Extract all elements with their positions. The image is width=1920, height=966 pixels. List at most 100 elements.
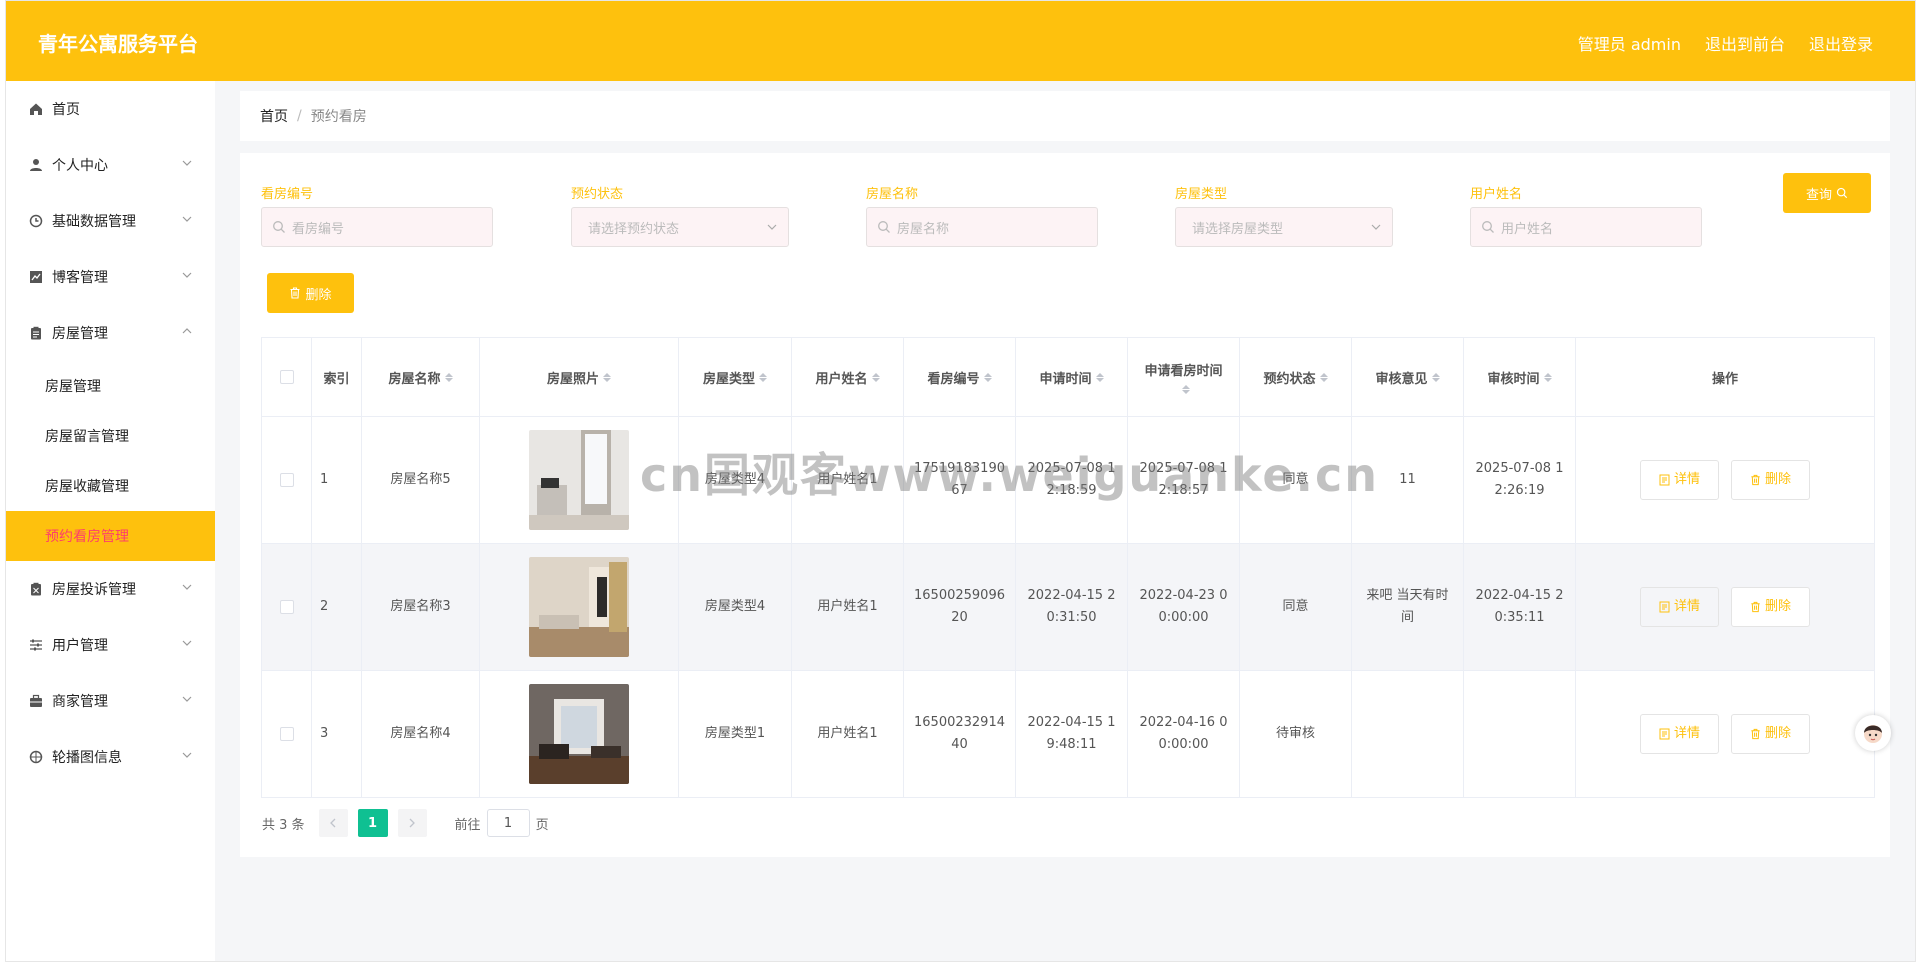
- prev-page-button[interactable]: [318, 809, 348, 837]
- avatar-face-icon: [1864, 725, 1882, 743]
- sort-icon[interactable]: [603, 372, 611, 382]
- detail-label: 详情: [1673, 599, 1700, 614]
- col-house-type[interactable]: 房屋类型: [679, 338, 792, 416]
- cell-house-type: 房屋类型4: [679, 417, 792, 543]
- search-icon: [1836, 187, 1848, 199]
- table-row: 3 房屋名称4 房屋类型1 用户姓名1 1650023291440 2022-0…: [262, 671, 1874, 797]
- cell-house-type: 房屋类型1: [679, 671, 792, 797]
- col-opinion[interactable]: 审核意见: [1352, 338, 1464, 416]
- chevron-down-icon: [767, 224, 777, 230]
- sort-icon[interactable]: [871, 372, 880, 382]
- col-viewing-time[interactable]: 申请看房时间: [1128, 338, 1240, 416]
- house-name-input[interactable]: 房屋名称: [866, 207, 1098, 247]
- goto-page-input[interactable]: 1: [486, 809, 530, 837]
- filter-label: 预约状态: [571, 187, 624, 202]
- detail-button[interactable]: 详情: [1640, 587, 1719, 627]
- house-type-select[interactable]: 请选择房屋类型: [1175, 207, 1393, 247]
- chevron-left-icon: [330, 818, 336, 828]
- sidebar-item-users[interactable]: 用户管理: [6, 617, 215, 673]
- sidebar-item-blog[interactable]: 博客管理: [6, 249, 215, 305]
- submenu-house-favorite[interactable]: 房屋收藏管理: [6, 461, 215, 511]
- sort-icon[interactable]: [1543, 372, 1552, 382]
- sort-icon[interactable]: [1319, 372, 1328, 382]
- sort-icon[interactable]: [1095, 372, 1104, 382]
- detail-button[interactable]: 详情: [1640, 714, 1719, 754]
- house-photo[interactable]: [529, 557, 629, 657]
- sidebar-item-home[interactable]: 首页: [6, 81, 215, 137]
- back-to-frontend-link[interactable]: 退出到前台: [1705, 31, 1785, 55]
- clipboard-icon: [28, 581, 44, 597]
- cell-opinion: 11: [1352, 417, 1464, 543]
- sidebar-item-personal[interactable]: 个人中心: [6, 137, 215, 193]
- col-review-time[interactable]: 审核时间: [1464, 338, 1576, 416]
- sliders-icon: [28, 637, 44, 653]
- table-row: 1 房屋名称5 房屋类型4 用户姓名1 1751918319067 2025-0…: [262, 417, 1874, 544]
- detail-label: 详情: [1673, 726, 1700, 741]
- pagination: 共 3 条 1 前往 1 页: [262, 809, 549, 837]
- next-page-button[interactable]: [397, 809, 427, 837]
- cell-index: 3: [312, 671, 362, 797]
- sort-icon[interactable]: [1431, 372, 1440, 382]
- page-number-button[interactable]: 1: [357, 809, 388, 837]
- row-checkbox[interactable]: [279, 600, 294, 614]
- cell-viewing-time: 2022-04-16 00:00:00: [1128, 671, 1240, 797]
- cell-user-name: 用户姓名1: [792, 417, 904, 543]
- cell-user-name: 用户姓名1: [792, 544, 904, 670]
- batch-delete-button[interactable]: 删除: [267, 273, 354, 313]
- row-checkbox[interactable]: [279, 473, 294, 487]
- submenu-house-message[interactable]: 房屋留言管理: [6, 411, 215, 461]
- sidebar-item-house[interactable]: 房屋管理: [6, 305, 215, 361]
- row-select-cell: [262, 544, 312, 670]
- col-apply-time[interactable]: 申请时间: [1016, 338, 1128, 416]
- user-icon: [28, 157, 44, 173]
- cell-viewing-code: 1650023291440: [904, 671, 1016, 797]
- row-checkbox[interactable]: [279, 727, 294, 741]
- cell-index: 2: [312, 544, 362, 670]
- col-label: 申请时间: [1039, 371, 1092, 387]
- cell-review-time: 2025-07-08 12:26:19: [1464, 417, 1576, 543]
- submenu-viewing-appointment[interactable]: 预约看房管理: [6, 511, 215, 561]
- chevron-down-icon: [182, 696, 192, 702]
- col-house-photo[interactable]: 房屋照片: [480, 338, 679, 416]
- sidebar-item-basic-data[interactable]: 基础数据管理: [6, 193, 215, 249]
- cell-apply-time: 2025-07-08 12:18:59: [1016, 417, 1128, 543]
- cell-status: 待审核: [1240, 671, 1352, 797]
- status-select[interactable]: 请选择预约状态: [571, 207, 789, 247]
- logout-link[interactable]: 退出登录: [1809, 31, 1873, 55]
- col-viewing-code[interactable]: 看房编号: [904, 338, 1016, 416]
- sort-icon[interactable]: [759, 372, 767, 382]
- submenu-house-manage[interactable]: 房屋管理: [6, 361, 215, 411]
- cell-house-name: 房屋名称3: [362, 544, 480, 670]
- col-user-name[interactable]: 用户姓名: [792, 338, 904, 416]
- sidebar-item-merchant[interactable]: 商家管理: [6, 673, 215, 729]
- user-name-input[interactable]: 用户姓名: [1470, 207, 1702, 247]
- col-house-name[interactable]: 房屋名称: [362, 338, 480, 416]
- cell-house-name: 房屋名称5: [362, 417, 480, 543]
- sidebar-item-label: 房屋投诉管理: [52, 582, 136, 598]
- filter-label: 房屋类型: [1175, 187, 1228, 202]
- detail-button[interactable]: 详情: [1640, 460, 1719, 500]
- house-photo[interactable]: [529, 684, 629, 784]
- breadcrumb-home[interactable]: 首页: [260, 106, 288, 126]
- delete-button[interactable]: 删除: [1731, 714, 1810, 754]
- query-button[interactable]: 查询: [1783, 173, 1871, 213]
- sort-icon[interactable]: [444, 372, 453, 382]
- sidebar-item-label: 房屋管理: [52, 326, 108, 342]
- filter-status: 预约状态 请选择预约状态: [571, 183, 789, 247]
- assistant-avatar[interactable]: [1855, 715, 1891, 751]
- delete-label: 删除: [1764, 599, 1791, 614]
- house-photo[interactable]: [529, 430, 629, 530]
- sidebar-item-carousel[interactable]: 轮播图信息: [6, 729, 215, 785]
- admin-user-link[interactable]: 管理员 admin: [1578, 31, 1681, 55]
- goto-suffix: 页: [535, 817, 549, 833]
- chevron-up-icon: [182, 328, 192, 334]
- sort-icon[interactable]: [983, 372, 992, 382]
- app-frame: 青年公寓服务平台 管理员 admin 退出到前台 退出登录 首页 个人中心 基础…: [5, 0, 1916, 962]
- sidebar-item-complaint[interactable]: 房屋投诉管理: [6, 561, 215, 617]
- viewing-code-input[interactable]: 看房编号: [261, 207, 493, 247]
- select-all-checkbox[interactable]: [279, 370, 294, 384]
- delete-button[interactable]: 删除: [1731, 460, 1810, 500]
- sort-icon[interactable]: [1181, 385, 1190, 394]
- col-status[interactable]: 预约状态: [1240, 338, 1352, 416]
- delete-button[interactable]: 删除: [1731, 587, 1810, 627]
